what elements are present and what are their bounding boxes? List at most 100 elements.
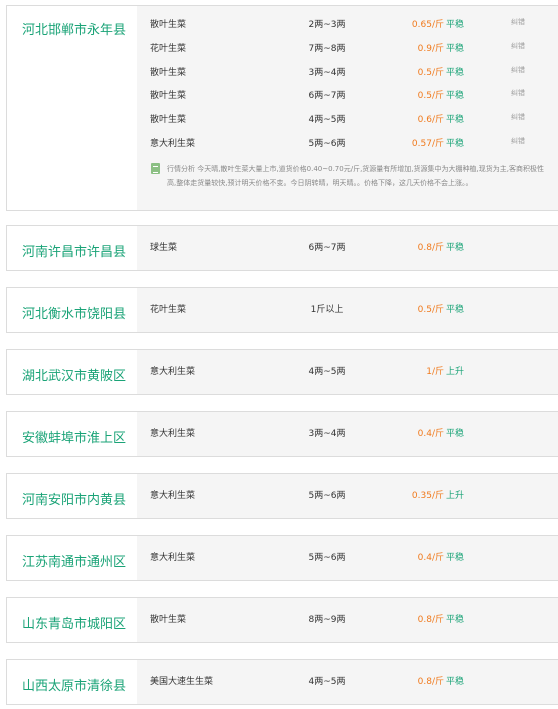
size-spec: 1斤以上 xyxy=(310,305,344,315)
region-card: 湖北武汉市黄陂区 意大利生菜 4两~5两 1/斤 上升 xyxy=(6,349,558,395)
size-spec: 4两~5两 xyxy=(308,677,346,687)
size-spec: 5两~6两 xyxy=(308,491,346,501)
price-value: 1/斤 xyxy=(426,367,444,377)
region-card: 河南安阳市内黄县 意大利生菜 5两~6两 0.35/斤 上升 xyxy=(6,473,558,519)
region-cell: 河北衡水市饶阳县 xyxy=(7,288,137,332)
region-name[interactable]: 江苏南通市通州区 xyxy=(22,551,126,570)
variety-name: 意大利生菜 xyxy=(150,553,196,563)
variety-name: 散叶生菜 xyxy=(150,615,187,625)
price-rows: 意大利生菜 3两~4两 0.4/斤 平稳 xyxy=(137,412,558,456)
variety-name: 意大利生菜 xyxy=(150,429,196,439)
trend-label: 平稳 xyxy=(446,677,465,687)
price-row: 散叶生菜 8两~9两 0.8/斤 平稳 xyxy=(137,608,558,628)
size-spec: 6两~7两 xyxy=(308,91,346,101)
price-value: 0.4/斤 xyxy=(417,429,444,439)
region-name[interactable]: 山西太原市清徐县 xyxy=(22,675,126,694)
price-value: 0.8/斤 xyxy=(417,615,444,625)
size-spec: 4两~5两 xyxy=(308,115,346,125)
price-rows: 散叶生菜 2两~3两 0.65/斤 平稳 纠错 花叶生菜 7两~8两 0.9/斤… xyxy=(137,6,558,210)
price-row: 意大利生菜 5两~6两 0.57/斤 平稳 纠错 xyxy=(137,132,558,152)
region-cell: 安徽蚌埠市淮上区 xyxy=(7,412,137,456)
correction-link[interactable]: 纠错 xyxy=(511,41,525,51)
trend-label: 平稳 xyxy=(446,429,465,439)
trend-label: 平稳 xyxy=(446,243,465,253)
region-name[interactable]: 湖北武汉市黄陂区 xyxy=(22,365,126,384)
size-spec: 8两~9两 xyxy=(308,615,346,625)
trend-label: 上升 xyxy=(446,367,465,377)
price-row: 散叶生菜 2两~3两 0.65/斤 平稳 纠错 xyxy=(137,13,558,33)
size-spec: 5两~6两 xyxy=(308,553,346,563)
region-card: 山东青岛市城阳区 散叶生菜 8两~9两 0.8/斤 平稳 xyxy=(6,597,558,643)
correction-link[interactable]: 纠错 xyxy=(511,65,525,75)
region-name[interactable]: 河北衡水市饶阳县 xyxy=(22,303,126,322)
region-name[interactable]: 山东青岛市城阳区 xyxy=(22,613,126,632)
variety-name: 散叶生菜 xyxy=(150,20,187,30)
price-value: 0.8/斤 xyxy=(417,243,444,253)
correction-link[interactable]: 纠错 xyxy=(511,112,525,122)
size-spec: 3两~4两 xyxy=(308,68,346,78)
region-name[interactable]: 河南许昌市许昌县 xyxy=(22,241,126,260)
price-value: 0.9/斤 xyxy=(417,44,444,54)
region-cell: 山东青岛市城阳区 xyxy=(7,598,137,642)
variety-name: 散叶生菜 xyxy=(150,91,187,101)
size-spec: 4两~5两 xyxy=(308,367,346,377)
price-rows: 球生菜 6两~7两 0.8/斤 平稳 xyxy=(137,226,558,270)
trend-label: 平稳 xyxy=(446,115,465,125)
price-rows: 意大利生菜 5两~6两 0.35/斤 上升 xyxy=(137,474,558,518)
region-name[interactable]: 河南安阳市内黄县 xyxy=(22,489,126,508)
region-cell: 湖北武汉市黄陂区 xyxy=(7,350,137,394)
region-card: 山西太原市清徐县 美国大速生生菜 4两~5两 0.8/斤 平稳 xyxy=(6,659,558,705)
variety-name: 花叶生菜 xyxy=(150,44,187,54)
price-value: 0.57/斤 xyxy=(411,139,444,149)
price-row: 意大利生菜 3两~4两 0.4/斤 平稳 xyxy=(137,422,558,442)
price-value: 0.35/斤 xyxy=(411,491,444,501)
correction-link[interactable]: 纠错 xyxy=(511,17,525,27)
trend-label: 上升 xyxy=(446,491,465,501)
region-card: 河南许昌市许昌县 球生菜 6两~7两 0.8/斤 平稳 xyxy=(6,225,558,271)
region-card: 安徽蚌埠市淮上区 意大利生菜 3两~4两 0.4/斤 平稳 xyxy=(6,411,558,457)
variety-name: 散叶生菜 xyxy=(150,68,187,78)
region-name[interactable]: 河北邯郸市永年县 xyxy=(22,19,126,38)
price-row: 美国大速生生菜 4两~5两 0.8/斤 平稳 xyxy=(137,670,558,690)
price-value: 0.5/斤 xyxy=(417,305,444,315)
correction-link[interactable]: 纠错 xyxy=(511,88,525,98)
price-row: 球生菜 6两~7两 0.8/斤 平稳 xyxy=(137,236,558,256)
size-spec: 6两~7两 xyxy=(308,243,346,253)
price-row: 花叶生菜 1斤以上 0.5/斤 平稳 xyxy=(137,298,558,318)
trend-label: 平稳 xyxy=(446,91,465,101)
trend-label: 平稳 xyxy=(446,68,465,78)
region-cell: 河北邯郸市永年县 xyxy=(7,6,137,210)
region-card: 江苏南通市通州区 意大利生菜 5两~6两 0.4/斤 平稳 xyxy=(6,535,558,581)
trend-label: 平稳 xyxy=(446,44,465,54)
analysis-text: 行情分析 今天晴,散叶生菜大量上市,道货价格0.40~0.70元/斤,货源量有所… xyxy=(167,165,544,187)
correction-link[interactable]: 纠错 xyxy=(511,136,525,146)
price-rows: 意大利生菜 5两~6两 0.4/斤 平稳 xyxy=(137,536,558,580)
price-value: 0.6/斤 xyxy=(417,115,444,125)
region-cell: 河南许昌市许昌县 xyxy=(7,226,137,270)
price-rows: 花叶生菜 1斤以上 0.5/斤 平稳 xyxy=(137,288,558,332)
variety-name: 球生菜 xyxy=(150,243,178,253)
document-icon xyxy=(151,163,160,174)
size-spec: 2两~3两 xyxy=(308,20,346,30)
price-rows: 意大利生菜 4两~5两 1/斤 上升 xyxy=(137,350,558,394)
region-card: 河北衡水市饶阳县 花叶生菜 1斤以上 0.5/斤 平稳 xyxy=(6,287,558,333)
price-row: 花叶生菜 7两~8两 0.9/斤 平稳 纠错 xyxy=(137,37,558,57)
region-cell: 江苏南通市通州区 xyxy=(7,536,137,580)
trend-label: 平稳 xyxy=(446,553,465,563)
price-row: 散叶生菜 4两~5两 0.6/斤 平稳 纠错 xyxy=(137,108,558,128)
price-value: 0.8/斤 xyxy=(417,677,444,687)
region-cell: 河南安阳市内黄县 xyxy=(7,474,137,518)
price-rows: 散叶生菜 8两~9两 0.8/斤 平稳 xyxy=(137,598,558,642)
price-row: 意大利生菜 4两~5两 1/斤 上升 xyxy=(137,360,558,380)
trend-label: 平稳 xyxy=(446,305,465,315)
region-name[interactable]: 安徽蚌埠市淮上区 xyxy=(22,427,126,446)
variety-name: 意大利生菜 xyxy=(150,491,196,501)
variety-name: 美国大速生生菜 xyxy=(150,677,214,687)
price-rows: 美国大速生生菜 4两~5两 0.8/斤 平稳 xyxy=(137,660,558,704)
variety-name: 散叶生菜 xyxy=(150,115,187,125)
trend-label: 平稳 xyxy=(446,615,465,625)
size-spec: 3两~4两 xyxy=(308,429,346,439)
price-value: 0.5/斤 xyxy=(417,68,444,78)
variety-name: 花叶生菜 xyxy=(150,305,187,315)
price-value: 0.65/斤 xyxy=(411,20,444,30)
